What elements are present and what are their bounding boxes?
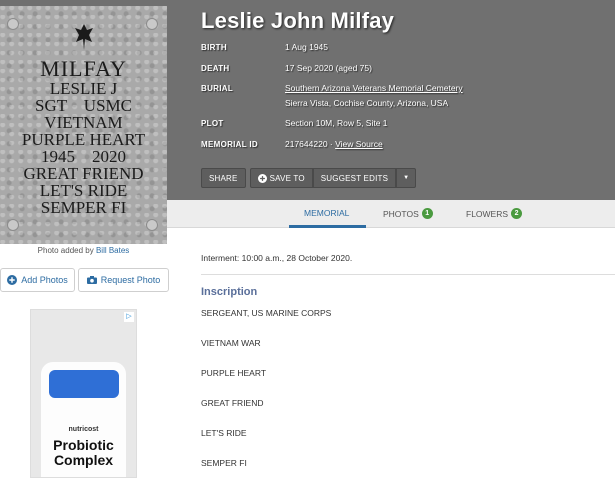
plus-circle-icon — [7, 275, 18, 285]
tab-photos-label: PHOTOS — [383, 208, 419, 219]
tab-memorial[interactable]: MEMORIAL — [304, 208, 349, 218]
save-to-label: SAVE TO — [269, 173, 305, 183]
headstone-line: SGT USMC — [35, 96, 132, 115]
suggest-edits-label: SUGGEST EDITS — [320, 173, 389, 183]
death-value: 17 Sep 2020 (aged 75) — [285, 63, 372, 73]
ad-brand: nutricost — [68, 426, 99, 433]
share-button[interactable]: SHARE — [201, 168, 246, 188]
memorial-name: Leslie John Milfay — [201, 8, 395, 33]
add-photos-label: Add Photos — [21, 275, 68, 285]
eagle-emblem-icon — [75, 24, 93, 50]
inscription-line: PURPLE HEART — [201, 368, 267, 378]
corner-rosette — [146, 219, 158, 231]
headstone-line: GREAT FRIEND — [23, 164, 144, 183]
save-edit-group: SAVE TO SUGGEST EDITS ▼ — [249, 168, 417, 188]
tab-flowers[interactable]: FLOWERS 2 — [466, 208, 523, 219]
plot-label: PLOT — [201, 119, 224, 128]
caret-down-icon: ▼ — [403, 175, 410, 181]
ad-choices-icon[interactable]: ▷ — [124, 312, 134, 322]
inscription-line: GREAT FRIEND — [201, 398, 264, 408]
suggest-edits-button[interactable]: SUGGEST EDITS — [312, 168, 397, 188]
more-options-button[interactable]: ▼ — [396, 168, 417, 188]
add-photos-button[interactable]: Add Photos — [0, 268, 75, 292]
inscription-line: SERGEANT, US MARINE CORPS — [201, 308, 332, 318]
death-label: DEATH — [201, 64, 230, 73]
headstone-line: SEMPER FI — [40, 198, 127, 217]
interment-note: Interment: 10:00 a.m., 28 October 2020. — [201, 253, 353, 263]
request-photo-label: Request Photo — [100, 275, 161, 285]
cemetery-link[interactable]: Southern Arizona Veterans Memorial Cemet… — [285, 83, 463, 93]
headstone-line: LESLIE J — [49, 79, 118, 98]
view-source-link[interactable]: View Source — [335, 139, 383, 149]
birth-value: 1 Aug 1945 — [285, 42, 329, 52]
inscription-line: LET'S RIDE — [201, 428, 247, 438]
camera-icon — [86, 276, 97, 284]
divider — [201, 274, 615, 275]
photo-credit: Photo added by Bill Bates — [0, 246, 167, 255]
headstone-line: MILFAY — [40, 56, 127, 81]
photo-contributor-link[interactable]: Bill Bates — [96, 246, 129, 255]
tab-photos[interactable]: PHOTOS 1 — [383, 208, 433, 219]
memorial-id-number: 217644220 — [285, 139, 328, 149]
flowers-count-badge: 2 — [511, 208, 523, 219]
plot-value: Section 10M, Row 5, Site 1 — [285, 118, 388, 128]
memorial-id-value: 217644220 · View Source — [285, 139, 383, 149]
ad-product-cap — [49, 370, 119, 398]
request-photo-button[interactable]: Request Photo — [78, 268, 169, 292]
active-tab-indicator — [289, 225, 366, 228]
corner-rosette — [146, 18, 158, 30]
tab-memorial-label: MEMORIAL — [304, 208, 350, 218]
inscription-heading: Inscription — [201, 286, 258, 298]
headstone-line: LET'S RIDE — [39, 181, 128, 200]
memorial-toolbar: SHARE SAVE TO SUGGEST EDITS ▼ — [201, 168, 417, 188]
birth-label: BIRTH — [201, 43, 227, 52]
photo-credit-prefix: Photo added by — [37, 246, 94, 255]
burial-label: BURIAL — [201, 84, 234, 93]
corner-rosette — [7, 219, 19, 231]
memorial-tabs: MEMORIAL PHOTOS 1 FLOWERS 2 — [167, 200, 615, 228]
headstone-line: PURPLE HEART — [21, 130, 146, 149]
advertisement[interactable]: ▷ nutricost Probiotic Complex — [30, 309, 137, 478]
headstone-photo[interactable]: MILFAY LESLIE J SGT USMC VIETNAM PURPLE … — [0, 6, 167, 244]
headstone-inscription: MILFAY LESLIE J SGT USMC VIETNAM PURPLE … — [0, 56, 167, 217]
corner-rosette — [7, 18, 19, 30]
memorial-id-label: MEMORIAL ID — [201, 140, 258, 149]
share-label: SHARE — [209, 173, 238, 183]
cemetery-location: Sierra Vista, Cochise County, Arizona, U… — [285, 98, 449, 108]
photos-count-badge: 1 — [421, 208, 433, 219]
inscription-line: SEMPER FI — [201, 458, 247, 468]
headstone-line: VIETNAM — [44, 113, 123, 132]
plus-circle-icon — [257, 173, 267, 183]
tab-flowers-label: FLOWERS — [466, 208, 509, 219]
ad-title: Probiotic Complex — [53, 437, 114, 468]
inscription-line: VIETNAM WAR — [201, 338, 261, 348]
save-to-button[interactable]: SAVE TO — [249, 168, 313, 188]
headstone-line: 1945 2020 — [41, 147, 126, 166]
